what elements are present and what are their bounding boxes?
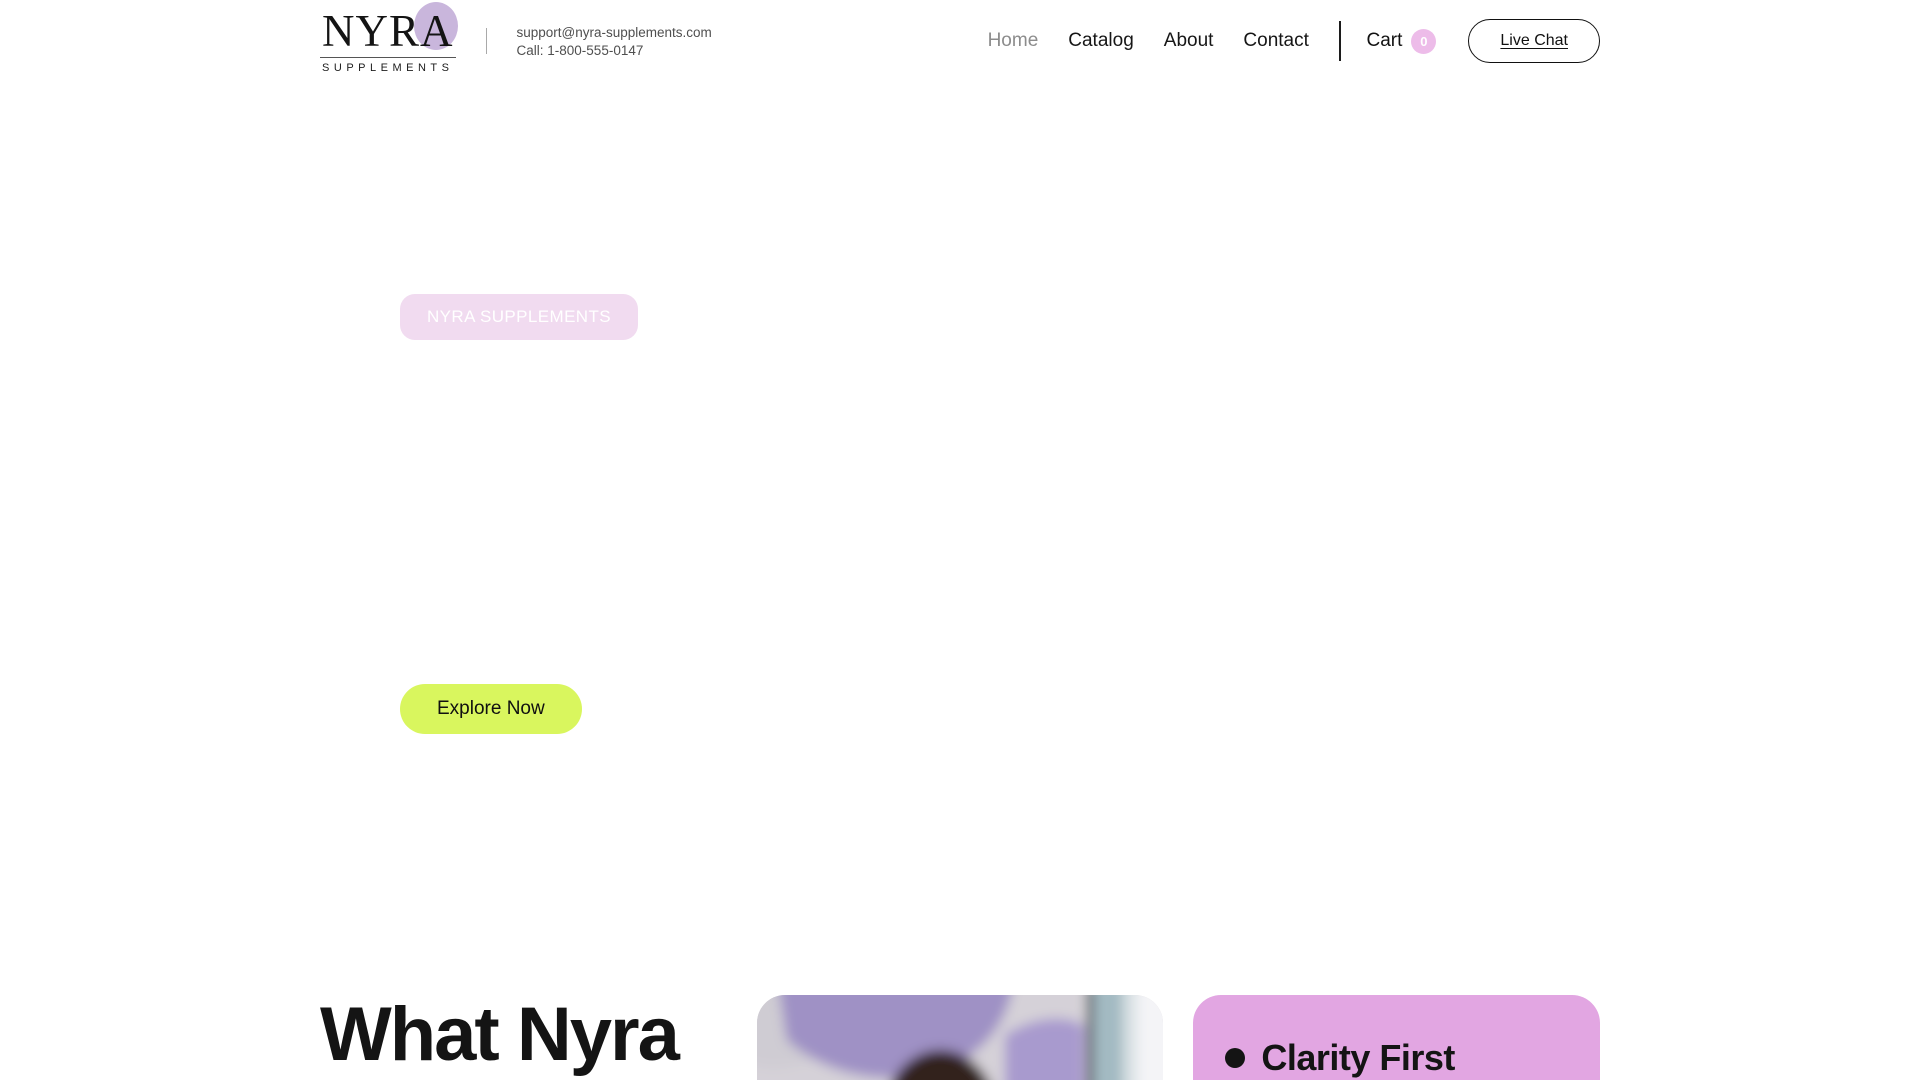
bullet-dot-icon <box>1225 1048 1246 1068</box>
feature-line: Clarity First <box>1225 1037 1455 1079</box>
hero-section: NYRA SUPPLEMENTS Explore Now <box>320 72 1600 734</box>
hero-spacer <box>400 340 1520 684</box>
logo-wordmark: NYRA <box>320 1 458 58</box>
explore-now-button[interactable]: Explore Now <box>400 684 582 734</box>
nav-item-home[interactable]: Home <box>988 30 1039 52</box>
header-divider-left <box>485 28 487 54</box>
contact-info: support@nyra-supplements.com Call: 1-800… <box>517 25 712 58</box>
site-header: NYRA SUPPLEMENTS support@nyra-supplement… <box>320 0 1600 74</box>
hero-badge: NYRA SUPPLEMENTS <box>400 294 639 340</box>
feature-card-clarity: Clarity First <box>1193 995 1600 1080</box>
nav-item-about[interactable]: About <box>1164 30 1214 52</box>
main-nav: Home Catalog About Contact <box>988 30 1309 52</box>
header-divider-cart <box>1338 21 1341 61</box>
brand-logo[interactable]: NYRA SUPPLEMENTS <box>320 1 458 74</box>
logo-tagline: SUPPLEMENTS <box>322 61 454 74</box>
contact-phone[interactable]: Call: 1-800-555-0147 <box>517 43 712 58</box>
cart-button[interactable]: Cart 0 <box>1366 28 1437 54</box>
what-nyra-section: What Nyra Clarity First <box>320 995 1600 1080</box>
feature-label: Clarity First <box>1261 1037 1455 1078</box>
contact-email[interactable]: support@nyra-supplements.com <box>517 25 712 40</box>
lifestyle-photo <box>756 995 1164 1080</box>
cart-count-badge: 0 <box>1411 28 1437 54</box>
logo-text: NYRA <box>322 5 454 56</box>
nav-item-catalog[interactable]: Catalog <box>1068 30 1134 52</box>
nav-item-contact[interactable]: Contact <box>1243 30 1308 52</box>
what-nyra-grid: What Nyra Clarity First <box>320 995 1600 1080</box>
landing-page: NYRA SUPPLEMENTS support@nyra-supplement… <box>0 0 1920 1080</box>
section-heading: What Nyra <box>320 992 680 1077</box>
live-chat-button[interactable]: Live Chat <box>1468 19 1600 63</box>
cart-label: Cart <box>1366 30 1403 51</box>
